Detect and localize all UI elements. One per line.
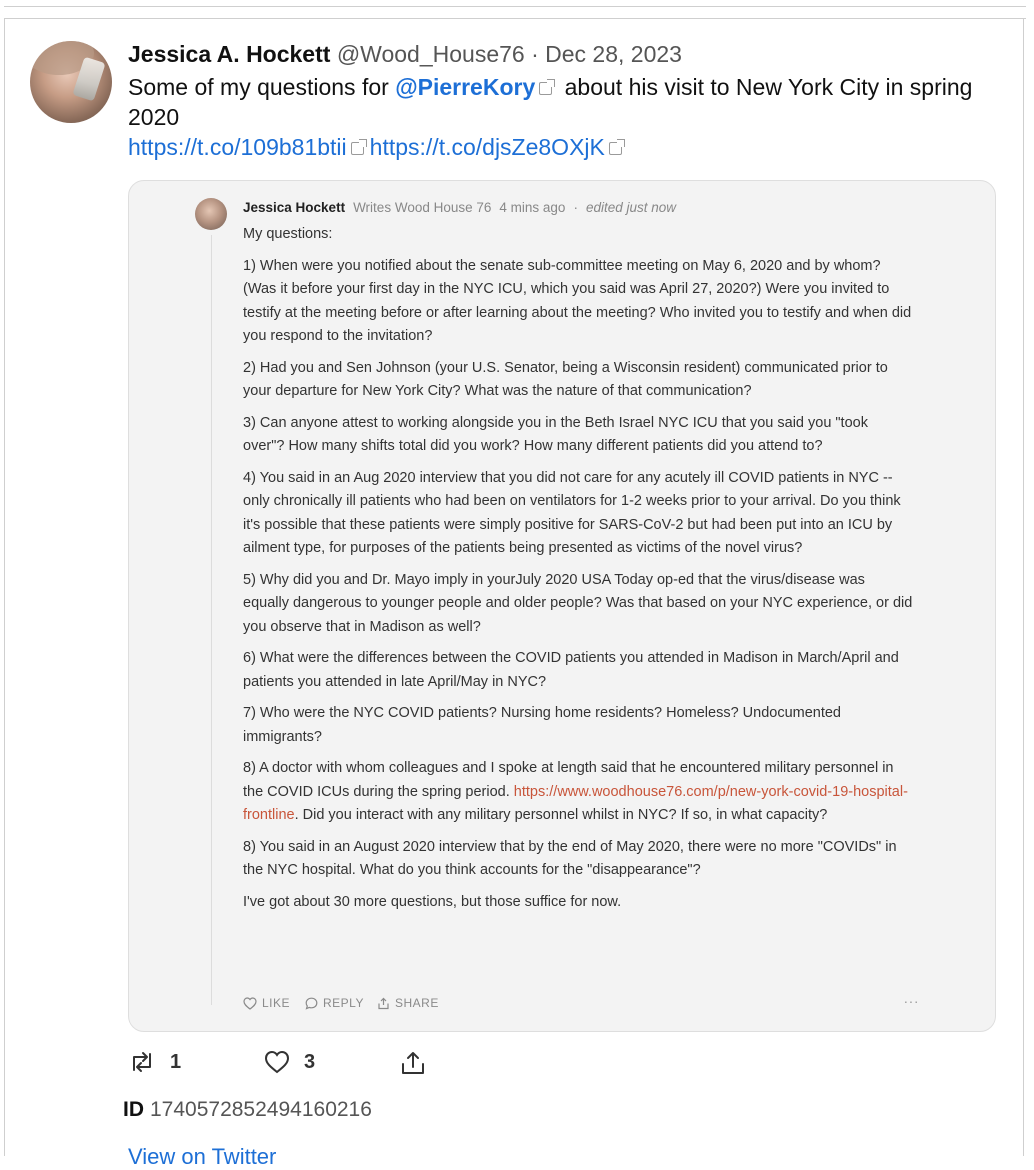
comment-paragraph: 5) Why did you and Dr. Mayo imply in you… — [243, 571, 913, 635]
heart-icon — [243, 996, 257, 1010]
comment-reply: REPLY — [305, 996, 364, 1010]
author-handle[interactable]: @Wood_House76 — [337, 41, 525, 67]
speech-bubble-icon — [305, 997, 318, 1010]
more-options-icon: ··· — [903, 993, 919, 1009]
comment-share: SHARE — [377, 996, 439, 1010]
frame-right-border — [1023, 18, 1024, 1156]
share-icon — [378, 997, 389, 1009]
comment-time: 4 mins ago — [499, 200, 566, 215]
frame-top-border-inner — [4, 18, 1026, 19]
comment-paragraph: 7) Who were the NYC COVID patients? Nurs… — [243, 705, 841, 745]
comment-like: LIKE — [243, 996, 290, 1010]
view-on-twitter-link[interactable]: View on Twitter — [128, 1144, 276, 1170]
comment-separator: · — [573, 200, 578, 215]
frame-left-border — [4, 18, 5, 1156]
comment-author: Jessica Hockett — [243, 200, 346, 215]
like-count: 3 — [304, 1050, 316, 1073]
comment-paragraph: 3) Can anyone attest to working alongsid… — [243, 414, 868, 455]
comment-edited: edited just now — [585, 200, 676, 215]
comment-paragraph-military: 8) A doctor with whom colleagues and I s… — [243, 757, 913, 828]
comment-body: My questions: 1) When were you notified … — [243, 223, 913, 922]
embedded-image-card[interactable]: Jessica Hockett Writes Wood House 76 4 min… — [128, 180, 996, 1032]
tweet-link-2[interactable]: https://t.co/djsZe8OXjK — [370, 134, 605, 160]
mention-link[interactable]: @PierreKory — [395, 74, 535, 100]
comment-paragraph: 1) When were you notified about the sena… — [243, 257, 912, 345]
tweet-id-value: 1740572852494160216 — [150, 1098, 372, 1121]
tweet-date[interactable]: Dec 28, 2023 — [545, 41, 682, 67]
external-link-icon — [539, 79, 556, 96]
frame-top-border — [4, 6, 1026, 7]
comment-share-label: SHARE — [395, 996, 439, 1010]
author-name[interactable]: Jessica A. Hockett — [128, 41, 330, 67]
external-link-icon — [350, 139, 367, 156]
tweet-link-1[interactable]: https://t.co/109b81btii — [128, 134, 347, 160]
share-button[interactable] — [400, 1050, 426, 1076]
comment-paragraph: My questions: — [243, 226, 333, 242]
tweet-text-prefix: Some of my questions for — [128, 74, 396, 100]
comment-reply-label: REPLY — [323, 996, 364, 1010]
comment-publication: Writes Wood House 76 — [353, 200, 492, 215]
comment-paragraph: 8) You said in an August 2020 interview … — [243, 838, 897, 879]
tweet-header: Jessica A. Hockett @Wood_House76 · Dec 2… — [128, 40, 682, 68]
tweet-actions: 1 3 — [128, 1050, 448, 1082]
comment-paragraph: 4) You said in an Aug 2020 interview tha… — [243, 469, 901, 557]
comment-like-label: LIKE — [262, 996, 291, 1010]
retweet-count: 1 — [170, 1050, 182, 1073]
like-button[interactable]: 3 — [264, 1050, 315, 1074]
comment-avatar — [195, 198, 227, 230]
tweet-id: ID 1740572852494160216 — [123, 1098, 372, 1122]
author-avatar[interactable] — [30, 41, 112, 123]
header-separator: · — [531, 41, 539, 67]
comment-thread-line — [211, 235, 212, 1005]
comment-paragraph: I've got about 30 more questions, but th… — [243, 893, 622, 910]
external-link-icon — [608, 139, 625, 156]
comment-header: Jessica Hockett Writes Wood House 76 4 min… — [243, 199, 676, 217]
comment-paragraph: 6) What were the differences between the… — [243, 650, 899, 690]
comment-actions: LIKE REPLY SHARE ··· — [243, 993, 919, 1014]
tweet-text: Some of my questions for @PierreKory abo… — [128, 72, 988, 162]
comment-paragraph: 2) Had you and Sen Johnson (your U.S. Se… — [243, 359, 888, 400]
p8-suffix: . Did you interact with any military per… — [294, 807, 828, 823]
tweet-id-label: ID — [123, 1098, 144, 1121]
share-icon — [402, 1052, 424, 1074]
heart-icon — [264, 1050, 290, 1074]
retweet-icon — [133, 1052, 151, 1072]
retweet-button[interactable]: 1 — [128, 1050, 181, 1074]
